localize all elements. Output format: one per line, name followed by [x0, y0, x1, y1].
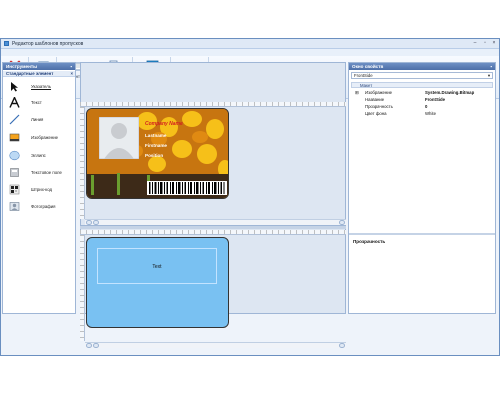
tool-label: Указатель: [31, 84, 52, 89]
description-title: Прозрачность: [353, 239, 386, 244]
lastname-field[interactable]: Lastname: [145, 133, 166, 138]
scroll-left-icon[interactable]: [86, 343, 92, 348]
properties-panel: Окно свойств ▪ FrontSide ▾ Макет ⊞ Изобр…: [348, 62, 496, 314]
position-field[interactable]: Position: [145, 153, 163, 158]
pin-icon[interactable]: ▪: [70, 63, 72, 70]
scroll-left-icon[interactable]: [86, 220, 92, 225]
expand-icon[interactable]: ⊞: [355, 90, 359, 96]
collapse-icon[interactable]: ×: [70, 71, 73, 77]
split-divider[interactable]: [80, 225, 346, 229]
tool-label: Текст: [31, 100, 42, 105]
line-icon: [9, 114, 20, 125]
toolbox-header: Инструменты ▪: [3, 63, 75, 70]
tool-textbox[interactable]: Текстовое поле: [9, 165, 75, 180]
top-ruler-front: [80, 102, 346, 107]
property-key: Изображение: [365, 90, 393, 95]
pin-icon[interactable]: ▪: [490, 63, 492, 70]
toolbox-section-header[interactable]: Стандартные элемент ×: [3, 71, 75, 77]
text-icon: [9, 97, 20, 108]
scroll-left-icon-2[interactable]: [93, 343, 99, 348]
tool-label: Изображение: [31, 135, 59, 140]
tool-photo[interactable]: Фотография: [9, 199, 75, 214]
tool-label: Эллипс: [31, 153, 46, 158]
left-ruler-front: [80, 107, 85, 219]
barcode-icon: [9, 184, 20, 195]
object-selector[interactable]: FrontSide ▾: [351, 72, 493, 79]
property-value: FrontSide: [425, 97, 446, 102]
toolbox-panel: Инструменты ▪ Стандартные элемент × Указ…: [2, 62, 76, 314]
category-header[interactable]: Макет: [351, 82, 493, 88]
ribbon-tab-strip: [1, 49, 499, 56]
textbox-icon: [10, 168, 19, 177]
maximize-button[interactable]: ▫: [481, 40, 489, 47]
tool-text[interactable]: Текст: [9, 95, 75, 110]
object-selector-value: FrontSide: [354, 73, 373, 78]
tool-pointer[interactable]: Указатель: [9, 79, 75, 94]
tool-label: Фотография: [31, 204, 56, 209]
title-bar: Редактор шаблонов пропусков – ▫ ×: [1, 39, 499, 49]
back-text: Text: [152, 264, 162, 270]
window-title: Редактор шаблонов пропусков: [12, 41, 84, 47]
property-row[interactable]: Цвет фона White: [355, 111, 493, 117]
property-value: System.Drawing.Bitmap: [425, 90, 475, 95]
toolbox-section-label: Стандартные элемент: [6, 71, 54, 76]
toolbox-title: Инструменты: [6, 64, 38, 69]
card-back[interactable]: Text: [86, 237, 229, 328]
pointer-icon: [11, 82, 18, 92]
property-key: Название: [365, 97, 385, 102]
property-value: 0: [425, 104, 428, 109]
photo-placeholder: [99, 117, 139, 159]
tool-label: Штрих-код: [31, 187, 53, 192]
property-key: Цвет фона: [365, 111, 387, 116]
properties-header: Окно свойств ▪: [349, 63, 495, 70]
barcode[interactable]: [147, 181, 227, 195]
minimize-button[interactable]: –: [471, 40, 479, 47]
scroll-left-icon-2[interactable]: [93, 220, 99, 225]
property-value: White: [425, 111, 436, 116]
front-horizontal-scrollbar[interactable]: [85, 219, 346, 225]
close-button[interactable]: ×: [490, 40, 498, 47]
category-label: Макет: [360, 83, 373, 88]
tool-barcode[interactable]: Штрих-код: [9, 182, 75, 197]
chevron-down-icon[interactable]: ▾: [488, 73, 490, 79]
back-text-box[interactable]: Text: [97, 248, 217, 284]
properties-splitter[interactable]: [349, 233, 495, 235]
scroll-right-icon[interactable]: [339, 343, 345, 348]
company-name-field[interactable]: Company Name: [145, 121, 183, 127]
property-key: Прозрачность: [365, 104, 393, 109]
top-ruler-back: [80, 230, 346, 235]
image-icon: [9, 133, 20, 142]
back-horizontal-scrollbar[interactable]: [85, 342, 346, 348]
tool-label: Линия: [31, 117, 44, 122]
ellipse-icon: [9, 150, 20, 161]
photo-icon: [9, 202, 20, 211]
tool-label: Текстовое поле: [31, 170, 62, 175]
property-row[interactable]: Прозрачность 0: [355, 104, 493, 110]
app-icon: [4, 41, 9, 46]
tool-line[interactable]: Линия: [9, 112, 75, 127]
card-front[interactable]: Company Name Lastname Firstname Position: [86, 108, 229, 199]
tool-image[interactable]: Изображение: [9, 130, 75, 145]
firstname-field[interactable]: Firstname: [145, 143, 167, 148]
scroll-right-icon[interactable]: [339, 220, 345, 225]
left-ruler-back: [80, 235, 85, 341]
properties-title: Окно свойств: [352, 64, 384, 69]
tool-ellipse[interactable]: Эллипс: [9, 148, 75, 163]
property-row[interactable]: Название FrontSide: [355, 97, 493, 103]
property-row[interactable]: ⊞ Изображение System.Drawing.Bitmap: [355, 90, 493, 96]
